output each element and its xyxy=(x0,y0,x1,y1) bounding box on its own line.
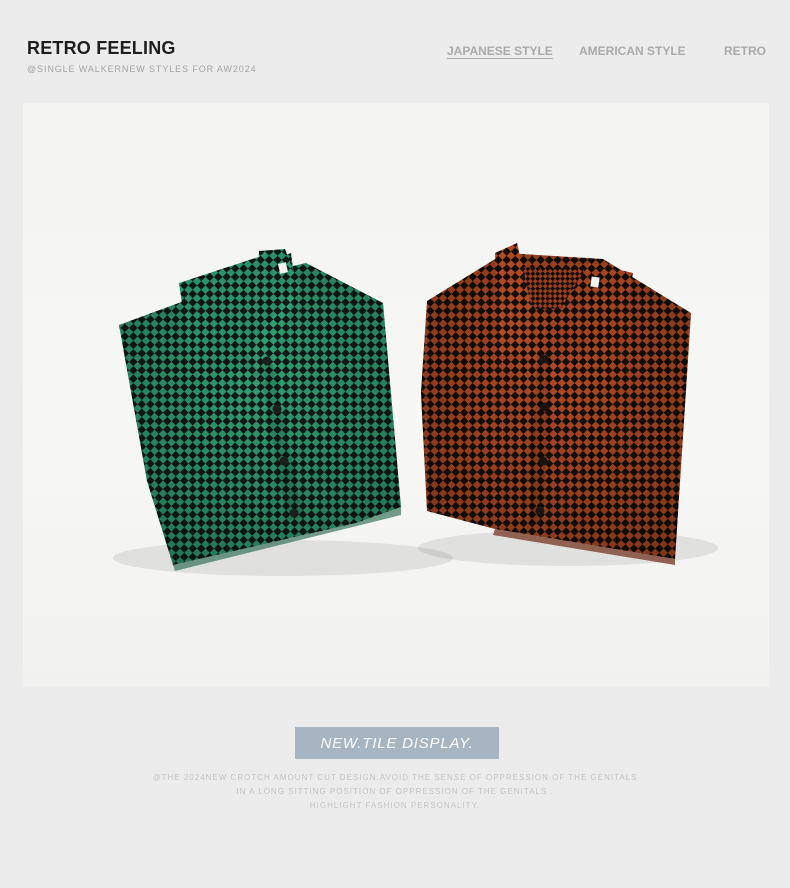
caption-line: HIGHLIGHT FASHION PERSONALITY. xyxy=(309,801,481,810)
nav-japanese-style[interactable]: JAPANESE STYLE xyxy=(447,44,553,58)
button-icon xyxy=(272,404,282,414)
button-icon xyxy=(540,402,550,412)
shirts-illustration xyxy=(113,243,718,576)
caption-line: IN A LONG SITTING POSITION OF OPPRESSION… xyxy=(236,787,554,796)
caption-line: @THE 2024NEW CROTCH AMOUNT CUT DESIGN.AV… xyxy=(152,773,638,782)
button-icon xyxy=(279,456,289,466)
product-photo xyxy=(23,103,769,686)
orange-shirt xyxy=(421,243,691,565)
nav-retro[interactable]: RETRO xyxy=(724,44,766,58)
button-icon xyxy=(535,506,545,516)
brand-title: RETRO FEELING xyxy=(27,38,176,58)
button-icon xyxy=(262,356,272,366)
new-tile-display-tag: NEW.TILE DISPLAY. xyxy=(295,727,499,759)
button-icon xyxy=(539,354,549,364)
button-icon xyxy=(289,508,299,518)
green-shirt xyxy=(119,249,401,571)
brand-subtitle: @SINGLE WALKERNEW STYLES FOR AW2024 xyxy=(27,64,257,74)
green-shirt-shadow xyxy=(113,540,453,576)
button-icon xyxy=(538,456,548,466)
nav-american-style[interactable]: AMERICAN STYLE xyxy=(579,44,686,58)
